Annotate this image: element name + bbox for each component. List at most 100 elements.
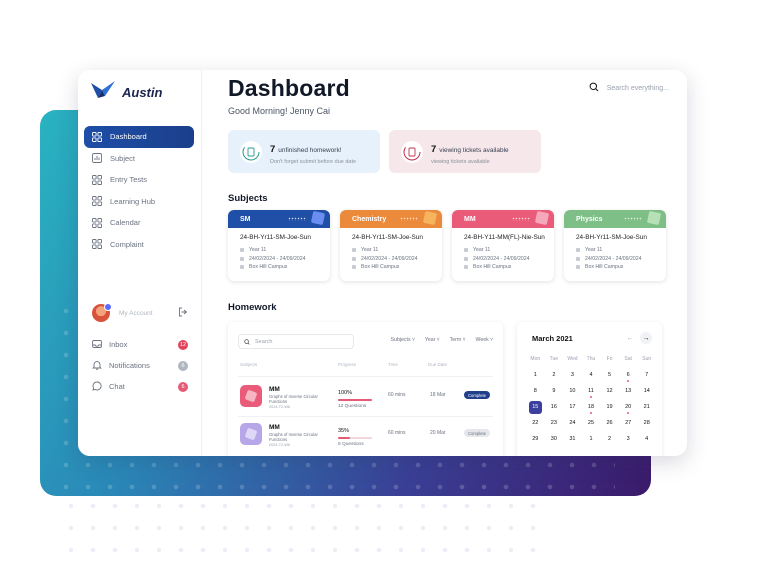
subject-dates-text: 24/02/2024 - 24/09/2024 [249,255,306,262]
subject-campus-text: Box Hill Campus [473,264,512,271]
calendar-day[interactable]: 11 [582,383,601,399]
sidebar-item-notifications[interactable]: Notifications 6 [92,355,188,376]
calendar-day[interactable]: 27 [619,415,638,431]
dots-decoration [400,217,418,221]
calendar-day[interactable]: 30 [545,431,564,447]
calendar-day-number: 15 [528,400,542,414]
table-row[interactable]: MM Graphs of Inverse Circular Functions 20… [238,380,493,414]
arrow-right-icon[interactable]: → [640,332,652,344]
calendar-day[interactable]: 2 [600,431,619,447]
progress-percent: 100% [338,390,353,396]
homework-search[interactable]: Search [238,334,354,349]
calendar-day[interactable]: 18 [582,399,601,415]
chat-icon [92,381,102,393]
calendar-day-number: 21 [643,404,650,410]
arrow-left-icon[interactable]: ← [624,332,636,344]
logout-icon[interactable] [178,304,188,322]
calendar-day[interactable]: 12 [600,383,619,399]
sidebar-item-complaint[interactable]: Complaint [84,234,194,256]
subject-card[interactable]: Chemistry 24-BH-Yr11-SM-Joe-Sun Year 11 24/… [340,210,442,281]
calendar-day-number: 27 [625,420,632,426]
calendar-day-number: 24 [569,420,576,426]
search-icon [244,338,250,345]
homework-description: Graphs of Inverse Circular Functions [269,394,318,404]
calendar-day[interactable]: 29 [526,431,545,447]
cube-icon [646,210,662,226]
homework-search-input[interactable]: Search [255,339,272,345]
calendar-day[interactable]: 2 [545,367,564,383]
global-search[interactable]: Search everything... [589,82,669,94]
calendar-day[interactable]: 15 [526,399,545,415]
filter-week[interactable]: Week ˅ [476,337,493,343]
calendar-day[interactable]: 8 [526,383,545,399]
calendar-day-number: 19 [606,404,613,410]
calendar-day[interactable]: 20 [619,399,638,415]
sidebar-item-subject[interactable]: Subject [84,148,194,170]
sidebar-item-label: Chat [109,382,125,391]
calendar-day[interactable]: 19 [600,399,619,415]
sidebar-item-dashboard[interactable]: Dashboard [84,126,194,148]
calendar-day[interactable]: 13 [619,383,638,399]
account-row[interactable]: My Account [92,303,188,322]
calendar-day[interactable]: 28 [637,415,656,431]
main-content: Dashboard Good Morning! Jenny Cai Search… [202,70,687,456]
calendar-day[interactable]: 4 [637,431,656,447]
calendar-day[interactable]: 6 [619,367,638,383]
filter-year[interactable]: Year ˅ [425,337,440,343]
calendar-day[interactable]: 24 [563,415,582,431]
calendar-day[interactable]: 5 [600,367,619,383]
sidebar-item-chat[interactable]: Chat 6 [92,376,188,397]
calendar-day[interactable]: 16 [545,399,564,415]
calendar-day[interactable]: 26 [600,415,619,431]
calendar-day[interactable]: 1 [582,431,601,447]
subject-meta: Year 11 24/02/2024 - 24/09/2024 Box Hill C… [452,241,554,272]
calendar-day[interactable]: 7 [637,367,656,383]
calendar-day[interactable]: 3 [563,367,582,383]
subject-card[interactable]: SM 24-BH-Yr11-SM-Joe-Sun Year 11 24/02/2024… [228,210,330,281]
logo[interactable]: Austin [90,80,162,105]
sidebar-item-inbox[interactable]: Inbox 12 [92,334,188,355]
grid-icon [92,239,102,250]
calendar-icon [576,256,580,261]
subject-year: Year 11 [576,246,666,255]
tickets-stat-card[interactable]: 7 viewing tickets available viewing ticke… [389,130,541,173]
calendar-day[interactable]: 21 [637,399,656,415]
status-badge[interactable]: Complete [464,391,490,399]
calendar-month: March 2021 [532,334,573,343]
calendar-day[interactable]: 25 [582,415,601,431]
subject-dates: 24/02/2024 - 24/09/2024 [464,255,554,264]
subject-campus: Box Hill Campus [240,263,330,272]
weekday-label: Fri [606,356,613,362]
sidebar-item-entry-tests[interactable]: Entry Tests [84,169,194,191]
avatar[interactable] [92,303,112,322]
search-input[interactable]: Search everything... [607,85,669,92]
calendar-day[interactable]: 1 [526,367,545,383]
subject-card[interactable]: Physics 24-BH-Yr11-SM-Joe-Sun Year 11 24/02… [564,210,666,281]
search-icon[interactable] [589,82,599,94]
calendar-day-number: 13 [625,388,632,394]
calendar-day-number: 10 [569,388,576,394]
filter-term[interactable]: Term ˅ [450,337,466,343]
status-badge[interactable]: Complete [464,429,490,437]
calendar-day[interactable]: 3 [619,431,638,447]
subject-year: Year 11 [240,246,330,255]
chat-count-badge: 6 [178,381,188,392]
calendar-grid: Mon Tue Wed Thu Fri Sat Sun 1 2 3 4 5 6 7 8 9 10 11 12 13 14… [526,356,656,447]
calendar-day[interactable]: 4 [582,367,601,383]
calendar-day[interactable]: 10 [563,383,582,399]
subject-card[interactable]: MM 24-BH-Y11-MM(FL)-Nie-Sun Year 11 24/02/2… [452,210,554,281]
filter-label: Year [424,337,436,343]
filter-subjects[interactable]: Subjects ˅ [391,337,415,343]
calendar-day-number: 14 [643,388,650,394]
homework-description: Graphs of Inverse Circular Functions [269,432,318,442]
sidebar-item-learning-hub[interactable]: Learning Hub [84,191,194,213]
calendar-day[interactable]: 23 [545,415,564,431]
calendar-day[interactable]: 14 [637,383,656,399]
calendar-day[interactable]: 17 [563,399,582,415]
calendar-day[interactable]: 9 [545,383,564,399]
sidebar-item-calendar[interactable]: Calendar [84,212,194,234]
homework-stat-card[interactable]: 7 unfinished homework! Don't forget submi… [228,130,380,173]
calendar-day[interactable]: 22 [526,415,545,431]
table-row[interactable]: MM Graphs of Inverse Circular Functions 20… [238,418,493,452]
calendar-day[interactable]: 31 [563,431,582,447]
